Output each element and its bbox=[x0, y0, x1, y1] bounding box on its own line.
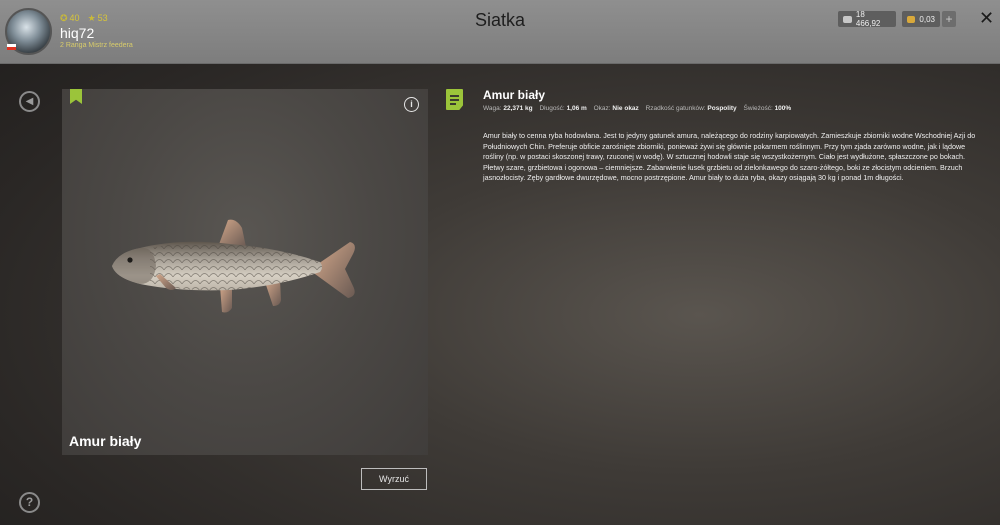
discard-button[interactable]: Wyrzuć bbox=[361, 468, 427, 490]
bookmark-icon[interactable] bbox=[70, 89, 82, 104]
fish-properties: Waga: 22,371 kg Długość: 1,06 m Okaz: Ni… bbox=[483, 105, 796, 112]
document-icon bbox=[446, 89, 463, 110]
country-flag-icon bbox=[7, 44, 16, 50]
silver-balance: 18 466,92 bbox=[838, 10, 896, 28]
freshness-label: Świeżość: bbox=[743, 105, 773, 112]
help-button[interactable]: ? bbox=[19, 492, 40, 513]
fish-preview-panel: i Amur biały bbox=[62, 89, 428, 455]
fish-name-label: Amur biały bbox=[69, 433, 142, 449]
freshness-value: 100% bbox=[774, 105, 792, 112]
gold-balance: 0,03 bbox=[902, 11, 940, 27]
player-rank: 2 Ranga Mistrz feedera bbox=[60, 42, 133, 49]
trophy-label: Okaz: bbox=[593, 105, 611, 112]
back-button[interactable]: ◀ bbox=[19, 91, 40, 112]
silver-coin-icon bbox=[843, 15, 852, 23]
length-value: 1,06 m bbox=[566, 105, 587, 112]
fish-image bbox=[112, 219, 355, 313]
rarity-value: Pospolity bbox=[707, 105, 737, 112]
trophy-value: Nie okaz bbox=[612, 105, 639, 112]
close-button[interactable]: ✕ bbox=[979, 8, 994, 29]
weight-value: 22,371 kg bbox=[503, 105, 533, 112]
info-button[interactable]: i bbox=[404, 97, 419, 112]
length-label: Długość: bbox=[539, 105, 565, 112]
add-currency-button[interactable]: + bbox=[942, 11, 956, 27]
fish-description: Amur biały to cenna ryba hodowlana. Jest… bbox=[483, 131, 976, 182]
fish-title: Amur biały bbox=[483, 88, 546, 102]
top-bar: ✪ 40 ★ 53 hiq72 2 Ranga Mistrz feedera Sia… bbox=[0, 0, 1000, 64]
rarity-label: Rzadkość gatunków: bbox=[645, 105, 706, 112]
gold-coin-icon bbox=[907, 15, 916, 23]
weight-label: Waga: bbox=[483, 105, 502, 112]
